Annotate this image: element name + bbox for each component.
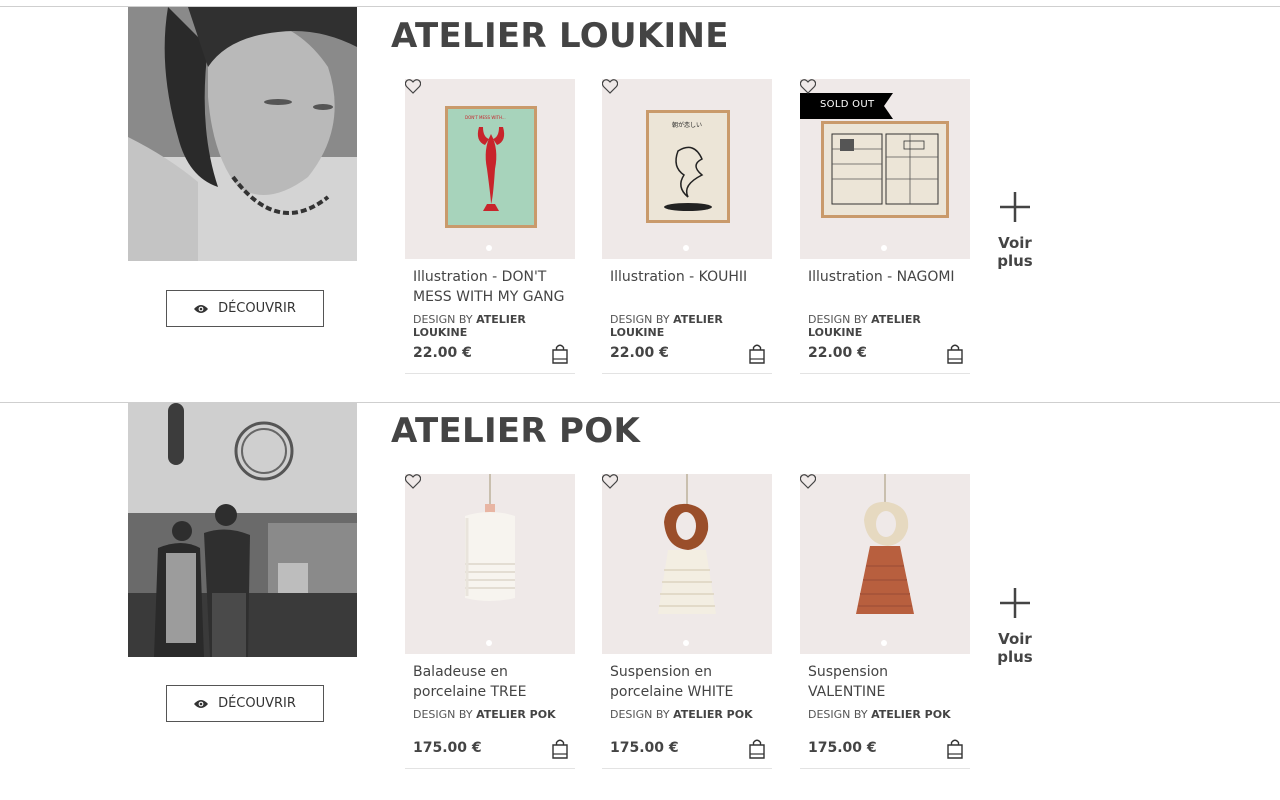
heart-icon[interactable] [800, 79, 816, 94]
carousel-dot[interactable] [881, 245, 887, 251]
discover-label: DÉCOUVRIR [218, 696, 296, 711]
shopping-bag-icon[interactable] [748, 344, 766, 364]
product-image[interactable] [602, 474, 772, 654]
shopping-bag-icon[interactable] [748, 739, 766, 759]
product-image[interactable]: SOLD OUT [800, 79, 970, 259]
carousel-dot[interactable] [881, 640, 887, 646]
shopping-bag-icon[interactable] [551, 344, 569, 364]
product-price: 22.00 € [413, 345, 472, 361]
product-card[interactable]: DON'T MESS WITH... Illustration - DON'T … [405, 79, 575, 374]
carousel-dot[interactable] [683, 640, 689, 646]
carousel-dot[interactable] [486, 640, 492, 646]
eye-icon [194, 699, 209, 708]
product-card[interactable]: Suspension VALENTINE DESIGN BY ATELIER P… [800, 474, 970, 769]
shopping-bag-icon[interactable] [551, 739, 569, 759]
sold-out-badge: SOLD OUT [800, 93, 893, 119]
product-image[interactable]: DON'T MESS WITH... [405, 79, 575, 259]
designer-photo [128, 7, 357, 261]
product-image[interactable] [800, 474, 970, 654]
product-price: 22.00 € [610, 345, 669, 361]
product-designer: DESIGN BY ATELIER POK [413, 708, 556, 721]
poster-caption: DON'T MESS WITH... [465, 115, 506, 120]
heart-icon[interactable] [602, 474, 618, 489]
designer-section-loukine: DÉCOUVRIR ATELIER LOUKINE DON'T MESS WIT… [0, 7, 1280, 403]
discover-label: DÉCOUVRIR [218, 301, 296, 316]
plus-icon [1000, 192, 1030, 222]
product-card[interactable]: Baladeuse en porcelaine TREE DESIGN BY A… [405, 474, 575, 769]
discover-button[interactable]: DÉCOUVRIR [166, 290, 324, 327]
product-name[interactable]: Illustration - DON'T MESS WITH MY GANG [413, 267, 573, 307]
see-more-label: Voir plus [997, 630, 1033, 666]
carousel-dot[interactable] [683, 245, 689, 251]
eye-icon [194, 304, 209, 313]
heart-icon[interactable] [602, 79, 618, 94]
heart-icon[interactable] [800, 474, 816, 489]
product-designer: DESIGN BY ATELIER POK [610, 708, 753, 721]
product-card[interactable]: SOLD OUT Illustration - NAGOMI DESIGN BY… [800, 79, 970, 374]
product-designer: DESIGN BY ATELIER POK [808, 708, 951, 721]
product-name[interactable]: Suspension en porcelaine WHITE [610, 662, 770, 702]
product-price: 175.00 € [808, 740, 877, 756]
heart-icon[interactable] [405, 79, 421, 94]
designer-section-pok: DÉCOUVRIR ATELIER POK Baladeuse en porce… [0, 403, 1280, 799]
product-price: 22.00 € [808, 345, 867, 361]
designer-photo [128, 403, 357, 657]
see-more-button[interactable]: Voir plus [980, 586, 1050, 666]
carousel-dot[interactable] [486, 245, 492, 251]
product-image[interactable]: 朝が恋しい [602, 79, 772, 259]
product-card[interactable]: Suspension en porcelaine WHITE DESIGN BY… [602, 474, 772, 769]
product-name[interactable]: Suspension VALENTINE [808, 662, 968, 702]
shopping-bag-icon[interactable] [946, 344, 964, 364]
see-more-label: Voir plus [997, 234, 1033, 270]
product-price: 175.00 € [610, 740, 679, 756]
product-card[interactable]: 朝が恋しい Illustration - KOUHII DESIGN BY AT… [602, 79, 772, 374]
product-designer: DESIGN BY ATELIER LOUKINE [413, 313, 526, 339]
product-name[interactable]: Illustration - KOUHII [610, 267, 770, 287]
heart-icon[interactable] [405, 474, 421, 489]
product-designer: DESIGN BY ATELIER LOUKINE [808, 313, 921, 339]
designer-title: ATELIER LOUKINE [391, 16, 729, 56]
shopping-bag-icon[interactable] [946, 739, 964, 759]
product-price: 175.00 € [413, 740, 482, 756]
see-more-button[interactable]: Voir plus [980, 190, 1050, 270]
plus-icon [1000, 588, 1030, 618]
product-image[interactable] [405, 474, 575, 654]
product-name[interactable]: Illustration - NAGOMI [808, 267, 968, 287]
product-name[interactable]: Baladeuse en porcelaine TREE [413, 662, 573, 702]
designer-title: ATELIER POK [391, 411, 641, 451]
poster-caption: 朝が恋しい [672, 121, 702, 129]
product-designer: DESIGN BY ATELIER LOUKINE [610, 313, 723, 339]
discover-button[interactable]: DÉCOUVRIR [166, 685, 324, 722]
